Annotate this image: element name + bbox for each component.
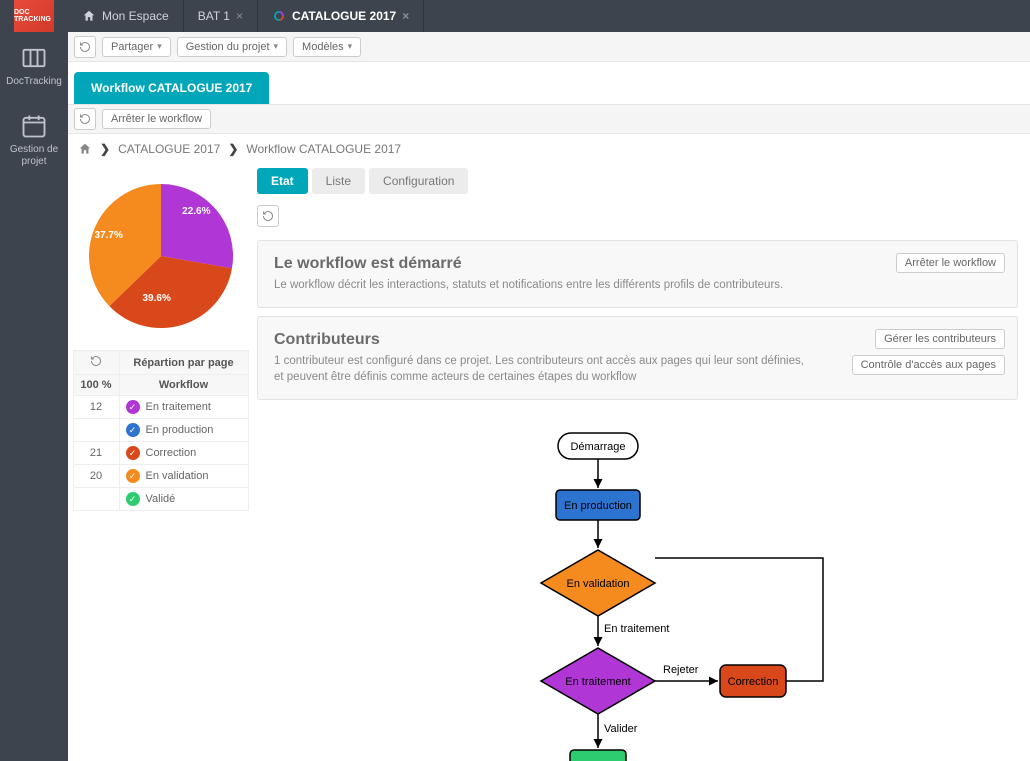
node-correction: Correction [727,676,778,688]
card-body: 1 contributeur est configuré dans ce pro… [274,353,814,385]
table-row: 21 ✓ Correction [73,442,248,465]
app-logo: DOC TRACKING [14,0,54,32]
table-header-refresh[interactable] [73,351,119,375]
calendar-icon [20,112,48,140]
card-body: Le workflow décrit les interactions, sta… [274,277,814,293]
tab-label: BAT 1 [198,9,230,23]
row-label: Validé [146,493,176,505]
tab-label: Mon Espace [102,9,169,23]
pie-slice-label: 37.7% [95,230,123,241]
window-tabs: Mon Espace BAT 1 × CATALOGUE 2017 × [68,0,1030,32]
chevron-down-icon: ▾ [348,41,353,52]
main-toolbar: Partager ▾ Gestion du projet ▾ Modèles ▾ [68,32,1030,62]
ring-icon [272,9,286,23]
stop-workflow-button[interactable]: Arrêter le workflow [896,253,1005,273]
close-icon[interactable]: × [236,9,243,23]
close-icon[interactable]: × [402,9,409,23]
refresh-icon [90,355,102,367]
sub-toolbar: Arrêter le workflow [68,104,1030,134]
inner-tabs: Etat Liste Configuration [257,168,1018,194]
btn-label: Modèles [302,41,344,53]
status-dot-icon: ✓ [126,469,140,483]
tab-label: CATALOGUE 2017 [292,9,396,23]
left-rail: DOC TRACKING DocTracking Gestion de proj… [0,0,68,761]
stop-workflow-button[interactable]: Arrêter le workflow [102,109,211,129]
table-row: ✓ Validé [73,488,248,511]
status-dot-icon: ✓ [126,492,140,506]
table-row: 12 ✓ En traitement [73,396,248,419]
refresh-button[interactable] [74,36,96,58]
row-label: En production [146,424,214,436]
rail-item-label: Gestion de projet [4,144,64,168]
tab-bat1[interactable]: BAT 1 × [184,0,258,32]
row-count [73,419,119,442]
refresh-button[interactable] [74,108,96,130]
breadcrumb-item[interactable]: CATALOGUE 2017 [118,142,220,156]
node-production: En production [564,500,632,512]
contributors-card: Gérer les contributeurs Contrôle d'accès… [257,316,1018,400]
edge-label: Rejeter [663,664,699,676]
rail-item-project[interactable]: Gestion de projet [0,100,68,180]
section-tabs: Workflow CATALOGUE 2017 [68,62,1030,104]
edge-label: Valider [604,723,638,735]
row-count [73,488,119,511]
breadcrumb: ❯ CATALOGUE 2017 ❯ Workflow CATALOGUE 20… [68,134,1030,164]
workflow-diagram: Démarrage En production En validation En… [257,408,1018,761]
tab-etat[interactable]: Etat [257,168,308,194]
btn-label: Gestion du projet [186,41,270,53]
chevron-right-icon: ❯ [228,142,238,156]
btn-label: Partager [111,41,153,53]
workflow-section-tab[interactable]: Workflow CATALOGUE 2017 [74,72,269,104]
status-dot-icon: ✓ [126,423,140,437]
models-button[interactable]: Modèles ▾ [293,37,361,57]
node-traitement: En traitement [565,676,630,688]
refresh-button[interactable] [257,205,279,227]
chevron-down-icon: ▾ [157,41,162,52]
tab-catalogue[interactable]: CATALOGUE 2017 × [258,0,424,32]
rail-item-doctracking[interactable]: DocTracking [0,32,68,100]
table-row: 20 ✓ En validation [73,465,248,488]
node-validation: En validation [566,578,629,590]
chevron-down-icon: ▾ [274,41,279,52]
row-label: En traitement [146,401,211,413]
tab-my-space[interactable]: Mon Espace [68,0,184,32]
chevron-right-icon: ❯ [100,142,110,156]
manage-contributors-button[interactable]: Gérer les contributeurs [875,329,1005,349]
pie-slice-label: 22.6% [182,206,210,217]
table-header: 100 % [73,375,119,396]
status-dot-icon: ✓ [126,446,140,460]
row-count: 20 [73,465,119,488]
home-icon [82,9,96,23]
row-label: Correction [146,447,197,459]
rail-item-label: DocTracking [6,76,62,88]
workflow-pie-chart: 22.6% 39.6% 37.7% [81,176,241,336]
edge-label: En traitement [604,623,669,635]
node-start: Démarrage [570,441,625,453]
row-count: 21 [73,442,119,465]
row-label: En validation [146,470,209,482]
home-icon [78,142,92,156]
workflow-status-card: Arrêter le workflow Le workflow est déma… [257,240,1018,308]
table-row: ✓ En production [73,419,248,442]
status-dot-icon: ✓ [126,400,140,414]
tab-configuration[interactable]: Configuration [369,168,468,194]
panels-icon [20,44,48,72]
share-button[interactable]: Partager ▾ [102,37,171,57]
breadcrumb-item: Workflow CATALOGUE 2017 [246,142,401,156]
pie-slice-label: 39.6% [143,293,171,304]
refresh-icon [79,41,91,53]
table-header: Workflow [119,375,248,396]
page-access-button[interactable]: Contrôle d'accès aux pages [852,355,1005,375]
card-title: Le workflow est démarré [274,255,1001,273]
refresh-icon [262,210,274,222]
refresh-icon [79,113,91,125]
table-header: Répartion par page [119,351,248,375]
row-count: 12 [73,396,119,419]
tab-liste[interactable]: Liste [312,168,365,194]
workflow-stats-table: Répartion par page 100 % Workflow 12 ✓ En… [73,350,249,511]
project-mgmt-button[interactable]: Gestion du projet ▾ [177,37,287,57]
sidebar-stats: 22.6% 39.6% 37.7% Répartion par page [68,164,253,761]
